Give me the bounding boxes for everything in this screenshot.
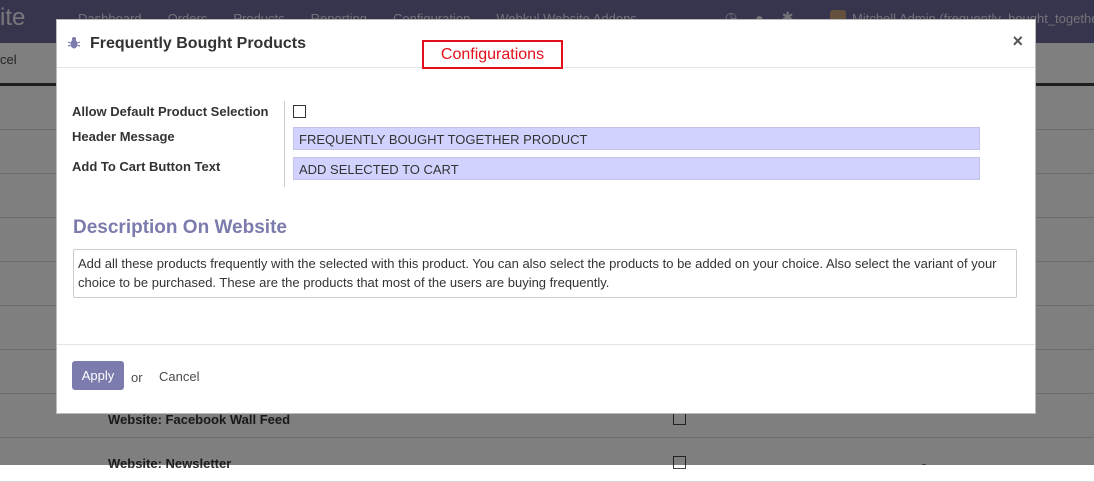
header-message-label: Header Message — [72, 129, 175, 144]
allow-default-checkbox[interactable] — [293, 105, 306, 118]
frequently-bought-dialog: Frequently Bought Products × Configurati… — [56, 19, 1036, 414]
add-to-cart-label: Add To Cart Button Text — [72, 159, 221, 174]
bug-icon — [67, 37, 81, 49]
allow-default-label: Allow Default Product Selection — [72, 104, 269, 119]
dialog-footer: Apply or Cancel — [57, 344, 1035, 414]
apply-button[interactable]: Apply — [72, 361, 124, 390]
or-text: or — [131, 370, 143, 385]
configurations-annotation: Configurations — [422, 40, 563, 69]
header-message-input[interactable]: FREQUENTLY BOUGHT TOGETHER PRODUCT — [293, 127, 980, 150]
description-section-title: Description On Website — [73, 217, 287, 238]
dialog-title: Frequently Bought Products — [90, 35, 306, 52]
form-divider — [284, 101, 285, 187]
add-to-cart-input[interactable]: ADD SELECTED TO CART — [293, 157, 980, 180]
description-textarea[interactable]: Add all these products frequently with t… — [73, 249, 1017, 298]
cancel-button[interactable]: Cancel — [159, 369, 199, 384]
close-icon[interactable]: × — [1012, 31, 1023, 52]
